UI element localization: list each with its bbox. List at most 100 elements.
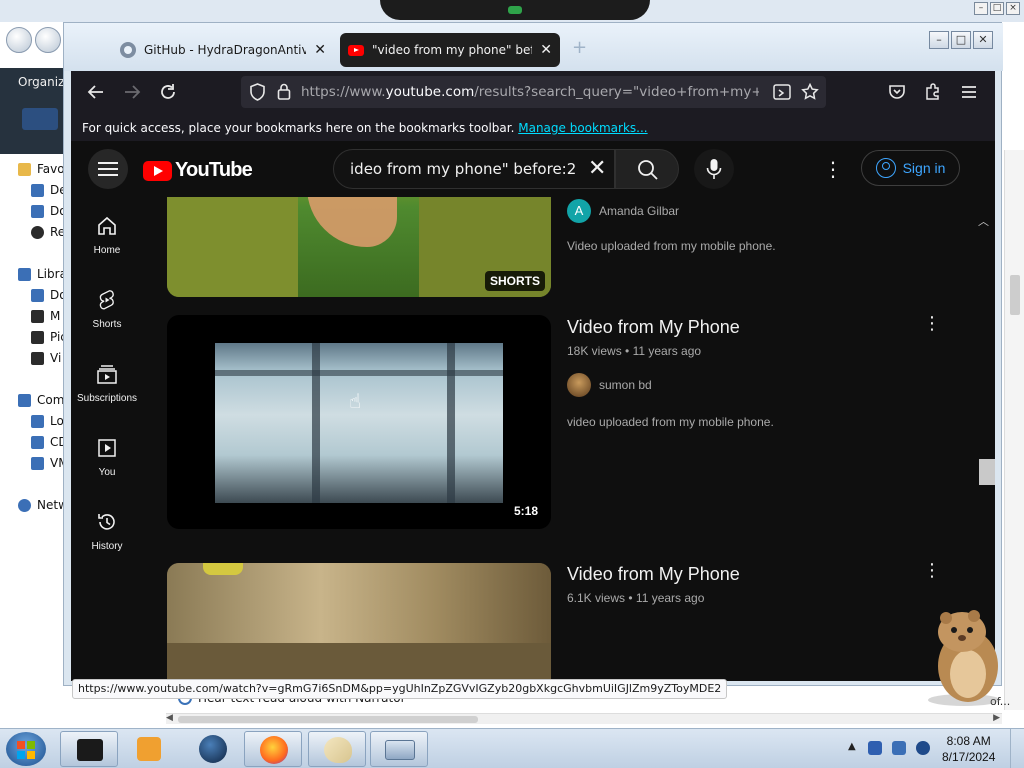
explorer-forward-button[interactable] (35, 27, 61, 53)
voice-search-button[interactable] (694, 149, 734, 189)
video-thumbnail[interactable] (167, 563, 551, 681)
explorer-item[interactable]: Pic (31, 330, 67, 344)
search-results: SHORTS A Amanda Gilbar Video uploaded fr… (167, 141, 947, 681)
explorer-hscrollbar[interactable]: ◀ ▶ (166, 713, 1002, 724)
youtube-icon (348, 44, 364, 56)
hscroll-thumb[interactable] (178, 716, 478, 723)
minimize-button[interactable]: – (929, 31, 949, 49)
show-desktop-button[interactable] (1010, 729, 1024, 768)
app-menu-button[interactable] (956, 79, 982, 105)
downloads-icon (31, 204, 44, 218)
guide-item-subscriptions[interactable]: Subscriptions (71, 345, 143, 419)
reload-button[interactable] (155, 79, 181, 105)
reader-view-icon[interactable] (773, 84, 791, 100)
clear-search-icon[interactable]: ✕ (588, 157, 606, 181)
explorer-item[interactable]: Do (31, 204, 67, 218)
close-icon[interactable]: ✕ (314, 42, 326, 58)
guide-item-shorts[interactable]: Shorts (71, 271, 143, 345)
forward-button[interactable] (119, 79, 145, 105)
browser-window: GitHub - HydraDragonAntivirus ✕ "video f… (63, 22, 1003, 699)
video-thumbnail[interactable]: ☝ 5:18 (167, 315, 551, 529)
explorer-item[interactable]: Lo (31, 414, 64, 428)
shield-icon[interactable] (249, 83, 266, 101)
taskbar-app-firefox[interactable] (244, 731, 302, 767)
start-button[interactable] (6, 732, 46, 766)
explorer-item-favorites[interactable]: Favo (18, 162, 65, 176)
explorer-maximize-button[interactable]: □ (990, 2, 1004, 15)
tab-github[interactable]: GitHub - HydraDragonAntivirus ✕ (112, 33, 334, 67)
explorer-item-network[interactable]: Netw (18, 498, 68, 512)
new-tab-button[interactable]: + (572, 37, 587, 58)
manage-bookmarks-link[interactable]: Manage bookmarks... (518, 121, 647, 135)
scroll-up-icon[interactable]: ︿ (978, 213, 989, 229)
tab-youtube-search[interactable]: "video from my phone" before: ✕ (340, 33, 560, 67)
explorer-back-button[interactable] (6, 27, 32, 53)
tab-title: GitHub - HydraDragonAntivirus (144, 43, 307, 57)
taskbar-app-terminal[interactable] (60, 731, 118, 767)
video-title[interactable]: Video from My Phone (567, 317, 740, 338)
hamster-mascot[interactable] (924, 604, 1008, 708)
windows-logo-icon (17, 751, 25, 759)
video-metadata: 18K views • 11 years ago (567, 344, 702, 358)
search-button[interactable] (615, 149, 679, 189)
close-icon[interactable]: ✕ (540, 42, 552, 58)
explorer-close-button[interactable]: × (1006, 2, 1020, 15)
clock[interactable]: 8:08 AM 8/17/2024 (942, 733, 995, 765)
tray-expand-icon[interactable]: ▲ (848, 741, 856, 752)
explorer-item[interactable]: De (31, 183, 67, 197)
back-button[interactable] (83, 79, 109, 105)
explorer-scroll-thumb[interactable] (1010, 275, 1020, 315)
bookmark-star-icon[interactable] (801, 83, 819, 101)
nav-toolbar: https://www.youtube.com/results?search_q… (71, 71, 995, 113)
explorer-item[interactable]: M (31, 309, 60, 323)
guide-item-history[interactable]: History (71, 493, 143, 567)
scroll-right-icon[interactable]: ▶ (993, 713, 1000, 723)
volume-tray-icon[interactable] (916, 741, 930, 755)
explorer-item[interactable]: Do (31, 288, 67, 302)
extensions-button[interactable] (920, 79, 946, 105)
channel-link[interactable]: A Amanda Gilbar (567, 199, 679, 223)
explorer-item-computer[interactable]: Com (18, 393, 64, 407)
windows-logo-icon (27, 751, 35, 759)
youtube-logo[interactable]: YouTube (143, 159, 253, 182)
explorer-item-libraries[interactable]: Libra (18, 267, 67, 281)
explorer-item[interactable]: Re (31, 225, 65, 239)
search-input[interactable] (334, 150, 614, 188)
search-box[interactable]: ✕ (333, 149, 615, 189)
browser-viewport: https://www.youtube.com/results?search_q… (71, 71, 995, 681)
star-icon (18, 162, 31, 176)
explorer-window-controls: – □ × (974, 2, 1020, 15)
settings-kebab-icon[interactable]: ⋮ (823, 155, 843, 183)
url-text[interactable]: https://www.youtube.com/results?search_q… (301, 84, 759, 100)
pocket-button[interactable] (884, 79, 910, 105)
taskbar-app-globe[interactable] (184, 731, 242, 767)
lock-icon[interactable] (277, 83, 291, 100)
puzzle-icon (926, 83, 939, 100)
maximize-button[interactable]: □ (951, 31, 971, 49)
page-scroll-thumb[interactable] (979, 459, 995, 485)
taskbar-app-paint[interactable] (308, 731, 366, 767)
guide-menu-button[interactable] (88, 149, 128, 189)
network-icon (18, 498, 31, 512)
computer-icon (18, 393, 31, 407)
network-tray-icon[interactable] (892, 741, 906, 755)
tab-title: "video from my phone" before: (372, 43, 532, 57)
menu-bar (98, 162, 118, 164)
video-kebab-icon[interactable]: ⋮ (923, 313, 941, 334)
sign-in-label: Sign in (902, 160, 946, 176)
scroll-left-icon[interactable]: ◀ (166, 713, 173, 723)
url-bar[interactable]: https://www.youtube.com/results?search_q… (241, 76, 826, 108)
video-title[interactable]: Video from My Phone (567, 564, 740, 585)
guide-item-you[interactable]: You (71, 419, 143, 493)
tray-app-icon[interactable] (868, 741, 882, 755)
taskbar-app-keyboard[interactable] (370, 731, 428, 767)
explorer-minimize-button[interactable]: – (974, 2, 988, 15)
channel-link[interactable]: sumon bd (567, 373, 652, 397)
explorer-item[interactable]: Vi (31, 351, 61, 365)
video-kebab-icon[interactable]: ⋮ (923, 560, 941, 581)
guide-item-home[interactable]: Home (71, 197, 143, 271)
close-window-button[interactable]: ✕ (973, 31, 993, 49)
paint-icon (324, 737, 352, 763)
taskbar-app-media-player[interactable] (120, 731, 178, 767)
sign-in-button[interactable]: Sign in (861, 150, 960, 186)
